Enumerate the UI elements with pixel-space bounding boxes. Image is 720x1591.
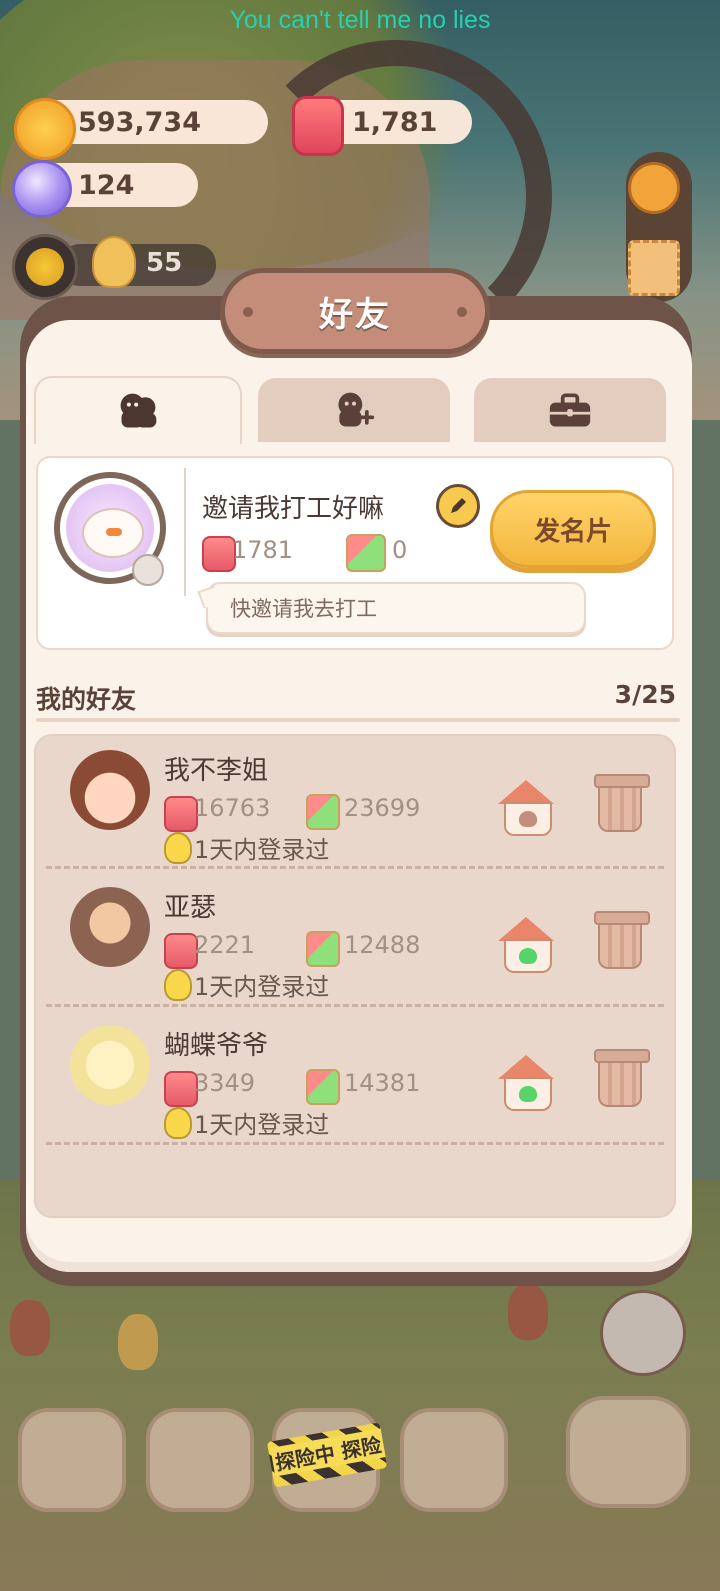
tab-friends[interactable] bbox=[34, 376, 242, 444]
character-icon bbox=[92, 236, 136, 288]
friend-last-login: 1天内登录过 bbox=[194, 836, 330, 864]
friends-section-title: 我的好友 bbox=[36, 685, 137, 714]
profile-gift-count: 0 bbox=[392, 536, 408, 564]
candle-icon bbox=[164, 1071, 198, 1107]
gift-icon bbox=[306, 1069, 340, 1105]
friend-row: 亚瑟 2221 12488 1天内登录过 bbox=[36, 879, 674, 1015]
lightbulb-icon bbox=[164, 832, 192, 864]
friends-list: 我不李姐 16763 23699 1天内登录过 亚瑟 2221 12488 1天… bbox=[34, 734, 676, 1218]
gift-icon bbox=[346, 534, 386, 572]
friend-name: 我不李姐 bbox=[164, 756, 269, 786]
delete-friend-trash-icon[interactable] bbox=[594, 911, 650, 969]
house-icon bbox=[504, 802, 552, 836]
level-value: 55 bbox=[146, 248, 183, 278]
briefcase-icon bbox=[548, 390, 592, 430]
candy-gem-icon bbox=[12, 160, 72, 218]
friends-count: 3/25 bbox=[614, 680, 676, 709]
candle-icon bbox=[292, 96, 344, 156]
house-roof bbox=[498, 1055, 554, 1079]
edit-pencil-icon[interactable] bbox=[436, 484, 480, 528]
level-bar bbox=[60, 244, 216, 286]
gear-icon[interactable] bbox=[628, 162, 680, 214]
carrot-nose bbox=[106, 528, 122, 536]
avatar-settings-icon[interactable] bbox=[132, 554, 164, 586]
lightbulb-icon bbox=[164, 1107, 192, 1139]
friend-row: 蝴蝶爷爷 3349 14381 1天内登录过 bbox=[36, 1017, 674, 1153]
nav-shop-button[interactable] bbox=[400, 1408, 508, 1512]
friends-icon bbox=[116, 391, 160, 431]
friend-gift-count: 14381 bbox=[344, 1069, 421, 1097]
stamp-icon[interactable] bbox=[628, 240, 680, 296]
divider bbox=[184, 468, 186, 596]
nav-mushroom-house-button[interactable] bbox=[18, 1408, 126, 1512]
profile-candle-count: 1781 bbox=[232, 536, 294, 564]
friend-last-login: 1天内登录过 bbox=[194, 1111, 330, 1139]
cookie-coin-icon bbox=[14, 98, 76, 160]
house-icon bbox=[504, 1077, 552, 1111]
overlay-caption: You can't tell me no lies bbox=[229, 6, 491, 34]
row-divider bbox=[46, 1142, 664, 1145]
gift-icon bbox=[306, 794, 340, 830]
rivet bbox=[457, 307, 467, 317]
tab-add-friend[interactable] bbox=[258, 378, 450, 442]
profile-message: 快邀请我去打工 bbox=[230, 597, 377, 621]
visit-home-button[interactable] bbox=[498, 917, 554, 973]
friend-avatar[interactable] bbox=[70, 1025, 150, 1105]
heart-icon bbox=[519, 811, 537, 827]
sun-icon bbox=[26, 248, 64, 286]
delete-friend-trash-icon[interactable] bbox=[594, 1049, 650, 1107]
send-card-button[interactable]: 发名片 bbox=[490, 490, 656, 568]
lightbulb-icon bbox=[164, 969, 192, 1001]
candle-icon bbox=[164, 933, 198, 969]
friend-avatar[interactable] bbox=[70, 887, 150, 967]
visit-home-button[interactable] bbox=[498, 780, 554, 836]
friend-last-login: 1天内登录过 bbox=[194, 973, 330, 1001]
my-profile-card: 邀请我打工好嘛 1781 0 发名片 快邀请我去打工 bbox=[36, 456, 674, 650]
coin-value: 593,734 bbox=[78, 106, 201, 138]
gift-icon bbox=[306, 931, 340, 967]
row-divider bbox=[46, 866, 664, 869]
nav-notebook-button[interactable] bbox=[146, 1408, 254, 1512]
dialog-title: 好友 bbox=[319, 294, 391, 335]
nav-alarm-clock-button[interactable] bbox=[566, 1396, 690, 1508]
house-roof bbox=[498, 780, 554, 804]
profile-name: 邀请我打工好嘛 bbox=[202, 494, 385, 524]
level-badge[interactable] bbox=[12, 234, 78, 300]
heart-icon bbox=[519, 948, 537, 964]
profile-message-bubble[interactable]: 快邀请我去打工 bbox=[206, 582, 586, 634]
dialog-title-plate: 好友 bbox=[220, 268, 490, 354]
friend-avatar[interactable] bbox=[70, 750, 150, 830]
house-icon bbox=[504, 939, 552, 973]
heart-icon bbox=[519, 1086, 537, 1102]
visit-home-button[interactable] bbox=[498, 1055, 554, 1111]
rivet bbox=[243, 307, 253, 317]
add-friend-icon bbox=[332, 390, 376, 430]
tab-inventory[interactable] bbox=[474, 378, 666, 442]
row-divider bbox=[46, 1004, 664, 1007]
candle-icon bbox=[164, 796, 198, 832]
house-roof bbox=[498, 917, 554, 941]
gem-value: 124 bbox=[78, 169, 135, 201]
delete-friend-trash-icon[interactable] bbox=[594, 774, 650, 832]
section-rule bbox=[36, 718, 680, 722]
friend-gift-count: 23699 bbox=[344, 794, 421, 822]
friend-candle-count: 2221 bbox=[194, 931, 256, 959]
candle-icon bbox=[202, 536, 236, 572]
friend-candle-count: 3349 bbox=[194, 1069, 256, 1097]
candle-value: 1,781 bbox=[352, 106, 438, 138]
friend-row: 我不李姐 16763 23699 1天内登录过 bbox=[36, 742, 674, 878]
friend-candle-count: 16763 bbox=[194, 794, 271, 822]
friend-name: 亚瑟 bbox=[164, 893, 217, 923]
friend-name: 蝴蝶爷爷 bbox=[164, 1031, 269, 1061]
friend-gift-count: 12488 bbox=[344, 931, 421, 959]
